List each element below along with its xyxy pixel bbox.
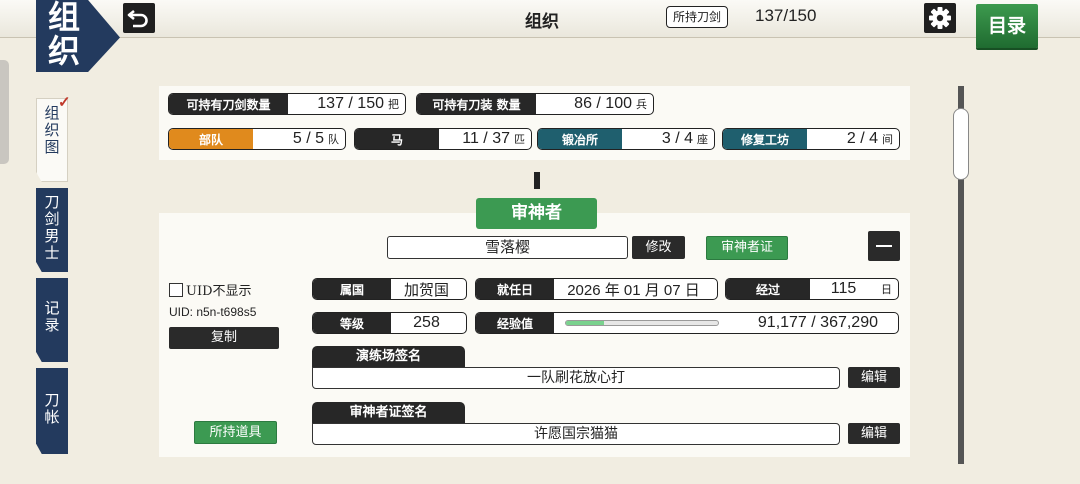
horses-unit: 匹 [514,133,525,146]
back-arrow-icon [127,9,148,28]
tab-records[interactable]: 记录 [36,278,68,362]
elapsed-days-unit: 日 [881,283,892,296]
equipment-capacity-unit: 兵 [636,98,647,111]
elapsed-days-chip: 经过 115 日 [725,278,899,300]
units-value: 5 / 5 [292,130,324,147]
repair-value: 2 / 4 [846,130,878,147]
items-button[interactable]: 所持道具 [194,421,277,444]
level-value: 258 [413,314,440,331]
horses-label: 马 [355,129,439,149]
repair-chip: 修复工坊 2 / 4 间 [722,128,900,150]
uid-text: UID: n5n-t698s5 [169,305,257,319]
training-signature-field: 一队刷花放心打 [312,367,840,389]
equipment-capacity-label: 可持有刀装 数量 [417,94,536,114]
certificate-signature-label: 审神者证签名 [312,402,465,423]
certificate-signature-field: 许愿国宗猫猫 [312,423,840,445]
edit-certificate-signature-button[interactable]: 编辑 [848,423,900,444]
owned-swords-label: 所持刀剑 [666,6,729,28]
training-signature-label: 演练场签名 [312,346,465,367]
owned-swords-count: 137/150 [755,6,817,25]
gear-icon [929,7,951,29]
saniwa-name-field: 雪落樱 [387,236,628,259]
units-unit: 队 [328,133,339,146]
forge-unit: 座 [697,133,708,146]
scrollbar-thumb[interactable] [953,108,969,180]
experience-label: 经验值 [476,313,554,333]
experience-bar [565,320,719,326]
province-value: 加贺国 [403,280,449,299]
corner-label: 组织 [47,0,80,70]
blade-capacity-unit: 把 [388,98,399,111]
equipment-capacity-chip: 可持有刀装 数量 86 / 100 兵 [416,93,654,115]
repair-label: 修复工坊 [723,129,807,149]
checkbox-icon [169,282,183,297]
edit-training-signature-button[interactable]: 编辑 [848,367,900,388]
forge-chip: 锻冶所 3 / 4 座 [537,128,715,150]
forge-value: 3 / 4 [661,130,693,147]
tab-sword-ledger-label: 刀帐 [44,391,60,426]
horses-chip: 马 11 / 37 匹 [354,128,532,150]
appointed-date-value: 2026 年 01 月 07 日 [567,281,700,299]
tab-sword-boys-label: 刀剑男士 [44,193,60,262]
repair-unit: 间 [882,133,893,146]
province-chip: 属国 加贺国 [312,278,467,300]
uid-hide-label: UID不显示 [186,284,252,299]
check-icon: ✓ [58,93,71,111]
units-label: 部队 [169,129,253,149]
units-chip: 部队 5 / 5 队 [168,128,346,150]
experience-bar-fill [566,321,604,325]
horses-value: 11 / 37 [462,130,510,147]
tab-records-label: 记录 [44,299,60,334]
edge-handle[interactable] [0,60,9,164]
tab-sword-boys[interactable]: 刀剑男士 [36,188,68,272]
uid-hide-checkbox[interactable]: UID不显示 [169,280,252,299]
province-label: 属国 [313,279,391,299]
elapsed-days-label: 经过 [726,279,810,299]
certificate-button[interactable]: 审神者证 [706,236,788,260]
copy-uid-button[interactable]: 复制 [169,327,279,349]
collapse-button[interactable] [868,231,900,261]
edit-name-button[interactable]: 修改 [632,236,685,259]
blade-capacity-label: 可持有刀剑数量 [169,94,288,114]
blade-capacity-chip: 可持有刀剑数量 137 / 150 把 [168,93,406,115]
forge-label: 锻冶所 [538,129,622,149]
connector-line [534,172,540,189]
level-label: 等级 [313,313,391,333]
equipment-capacity-value: 86 / 100 [574,95,632,112]
back-button[interactable] [123,3,155,33]
menu-button[interactable]: 目录 [976,4,1038,48]
tab-sword-ledger[interactable]: 刀帐 [36,368,68,454]
blade-capacity-value: 137 / 150 [317,95,384,112]
settings-button[interactable] [924,3,956,33]
page-title: 组织 [525,12,559,32]
tab-organization-chart-label: 组织图 [44,104,60,156]
appointed-date-label: 就任日 [476,279,554,299]
appointed-date-chip: 就任日 2026 年 01 月 07 日 [475,278,718,300]
level-chip: 等级 258 [312,312,467,334]
elapsed-days-value: 115 [830,280,857,297]
saniwa-header: 审神者 [476,198,597,229]
